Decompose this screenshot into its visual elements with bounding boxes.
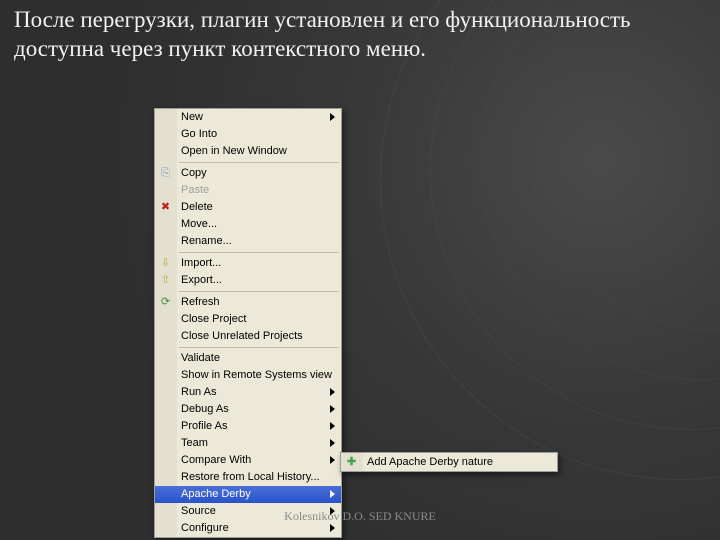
export-icon: ⇧	[158, 273, 173, 288]
menu-item-label: Restore from Local History...	[181, 471, 320, 483]
context-menu[interactable]: New Go Into Open in New Window ⎘ Copy Paste ✖ D…	[154, 108, 342, 538]
menu-item-label: Delete	[181, 201, 213, 213]
menu-item-debug-as[interactable]: Debug As	[155, 401, 341, 418]
menu-item-label: Source	[181, 505, 216, 517]
context-submenu[interactable]: ✚ Add Apache Derby nature	[340, 452, 558, 472]
menu-item-profile-as[interactable]: Profile As	[155, 418, 341, 435]
menu-item-paste: Paste	[155, 182, 341, 199]
menu-item-label: Move...	[181, 218, 217, 230]
submenu-arrow-icon	[330, 422, 335, 430]
menu-separator	[179, 162, 339, 163]
menu-item-label: Close Unrelated Projects	[181, 330, 303, 342]
menu-item-run-as[interactable]: Run As	[155, 384, 341, 401]
delete-icon: ✖	[158, 200, 173, 215]
menu-item-validate[interactable]: Validate	[155, 350, 341, 367]
slide-heading: После перегрузки, плагин установлен и ег…	[14, 6, 704, 64]
submenu-arrow-icon	[330, 456, 335, 464]
menu-separator	[179, 291, 339, 292]
menu-item-label: Profile As	[181, 420, 227, 432]
submenu-item-add-apache-derby-nature[interactable]: ✚ Add Apache Derby nature	[341, 453, 557, 471]
menu-item-move[interactable]: Move...	[155, 216, 341, 233]
menu-item-delete[interactable]: ✖ Delete	[155, 199, 341, 216]
submenu-arrow-icon	[330, 405, 335, 413]
submenu-arrow-icon	[330, 524, 335, 532]
menu-item-label: New	[181, 111, 203, 123]
menu-separator	[179, 347, 339, 348]
menu-item-label: Validate	[181, 352, 220, 364]
menu-item-team[interactable]: Team	[155, 435, 341, 452]
menu-item-label: Rename...	[181, 235, 232, 247]
menu-item-close-project[interactable]: Close Project	[155, 311, 341, 328]
menu-item-label: Import...	[181, 257, 221, 269]
menu-item-export[interactable]: ⇧ Export...	[155, 272, 341, 289]
menu-item-refresh[interactable]: ⟳ Refresh	[155, 294, 341, 311]
menu-item-label: Debug As	[181, 403, 229, 415]
submenu-arrow-icon	[330, 388, 335, 396]
menu-item-show-in-remote-systems-view[interactable]: Show in Remote Systems view	[155, 367, 341, 384]
menu-item-copy[interactable]: ⎘ Copy	[155, 165, 341, 182]
menu-item-label: Paste	[181, 184, 209, 196]
menu-item-close-unrelated-projects[interactable]: Close Unrelated Projects	[155, 328, 341, 345]
refresh-icon: ⟳	[158, 295, 173, 310]
menu-item-label: Configure	[181, 522, 229, 534]
menu-item-label: Go Into	[181, 128, 217, 140]
submenu-arrow-icon	[330, 113, 335, 121]
menu-item-label: Compare With	[181, 454, 251, 466]
submenu-arrow-icon	[330, 490, 335, 498]
menu-item-label: Run As	[181, 386, 216, 398]
menu-item-open-in-new-window[interactable]: Open in New Window	[155, 143, 341, 160]
submenu-arrow-icon	[330, 507, 335, 515]
menu-item-label: Team	[181, 437, 208, 449]
import-icon: ⇩	[158, 256, 173, 271]
menu-item-label: Close Project	[181, 313, 246, 325]
menu-item-label: Apache Derby	[181, 488, 251, 500]
submenu-arrow-icon	[330, 439, 335, 447]
menu-item-new[interactable]: New	[155, 109, 341, 126]
menu-item-apache-derby[interactable]: Apache Derby	[155, 486, 341, 503]
menu-item-rename[interactable]: Rename...	[155, 233, 341, 250]
menu-item-compare-with[interactable]: Compare With	[155, 452, 341, 469]
menu-item-label: Export...	[181, 274, 222, 286]
menu-item-go-into[interactable]: Go Into	[155, 126, 341, 143]
submenu-item-label: Add Apache Derby nature	[367, 456, 493, 468]
menu-separator	[179, 252, 339, 253]
menu-item-label: Show in Remote Systems view	[181, 369, 332, 381]
copy-icon: ⎘	[158, 166, 173, 181]
menu-item-import[interactable]: ⇩ Import...	[155, 255, 341, 272]
plus-icon: ✚	[344, 454, 359, 469]
menu-item-label: Open in New Window	[181, 145, 287, 157]
menu-item-restore-from-local-history[interactable]: Restore from Local History...	[155, 469, 341, 486]
menu-item-label: Refresh	[181, 296, 220, 308]
menu-item-label: Copy	[181, 167, 207, 179]
slide-footer: Kolesnikov D.O. SED KNURE	[0, 509, 720, 524]
